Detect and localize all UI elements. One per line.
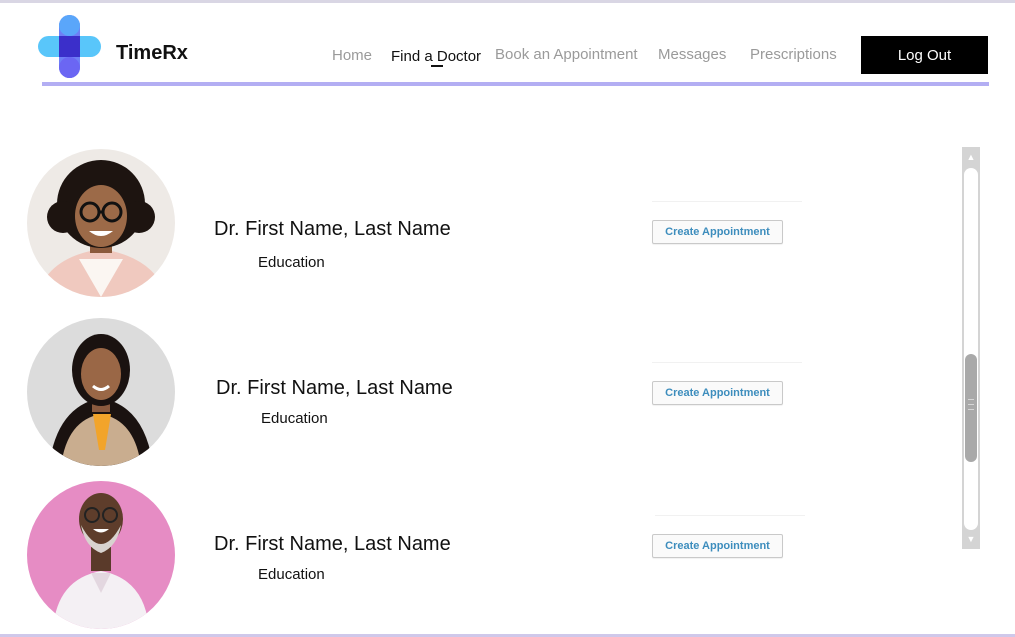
create-appointment-button[interactable]: Create Appointment xyxy=(652,534,783,558)
medical-cross-logo-icon xyxy=(38,15,101,78)
divider xyxy=(652,201,802,202)
scrollbar-thumb[interactable] xyxy=(965,354,977,462)
doctor-education: Education xyxy=(261,410,328,427)
nav-find-a-doctor[interactable]: Find a Doctor xyxy=(391,48,481,65)
brand-name: TimeRx xyxy=(116,42,188,64)
logout-button[interactable]: Log Out xyxy=(861,36,988,74)
doctor-name: Dr. First Name, Last Name xyxy=(214,218,451,240)
scrollbar-track[interactable] xyxy=(964,168,978,530)
doctor-education: Education xyxy=(258,254,325,271)
nav-book-appointment[interactable]: Book an Appointment xyxy=(495,46,638,63)
divider xyxy=(655,515,805,516)
grip-line xyxy=(968,409,974,410)
doctor-name: Dr. First Name, Last Name xyxy=(214,533,451,555)
nav-home[interactable]: Home xyxy=(332,47,372,64)
grip-line xyxy=(968,404,974,405)
doctor-avatar[interactable] xyxy=(27,318,175,466)
create-appointment-button[interactable]: Create Appointment xyxy=(652,381,783,405)
grip-line xyxy=(968,399,974,400)
nav-prescriptions[interactable]: Prescriptions xyxy=(750,46,837,63)
window-top-border xyxy=(0,0,1015,3)
doctor-avatar[interactable] xyxy=(27,481,175,629)
scroll-up-arrow-icon[interactable]: ▲ xyxy=(962,148,980,166)
divider xyxy=(652,362,802,363)
header-divider xyxy=(42,82,989,86)
nav-messages[interactable]: Messages xyxy=(658,46,726,63)
doctor-avatar[interactable] xyxy=(27,149,175,297)
doctor-education: Education xyxy=(258,566,325,583)
text-cursor xyxy=(431,65,443,67)
create-appointment-button[interactable]: Create Appointment xyxy=(652,220,783,244)
scrollbar[interactable]: ▲ ▼ xyxy=(962,147,980,549)
scroll-down-arrow-icon[interactable]: ▼ xyxy=(962,530,980,548)
doctor-name: Dr. First Name, Last Name xyxy=(216,377,453,399)
